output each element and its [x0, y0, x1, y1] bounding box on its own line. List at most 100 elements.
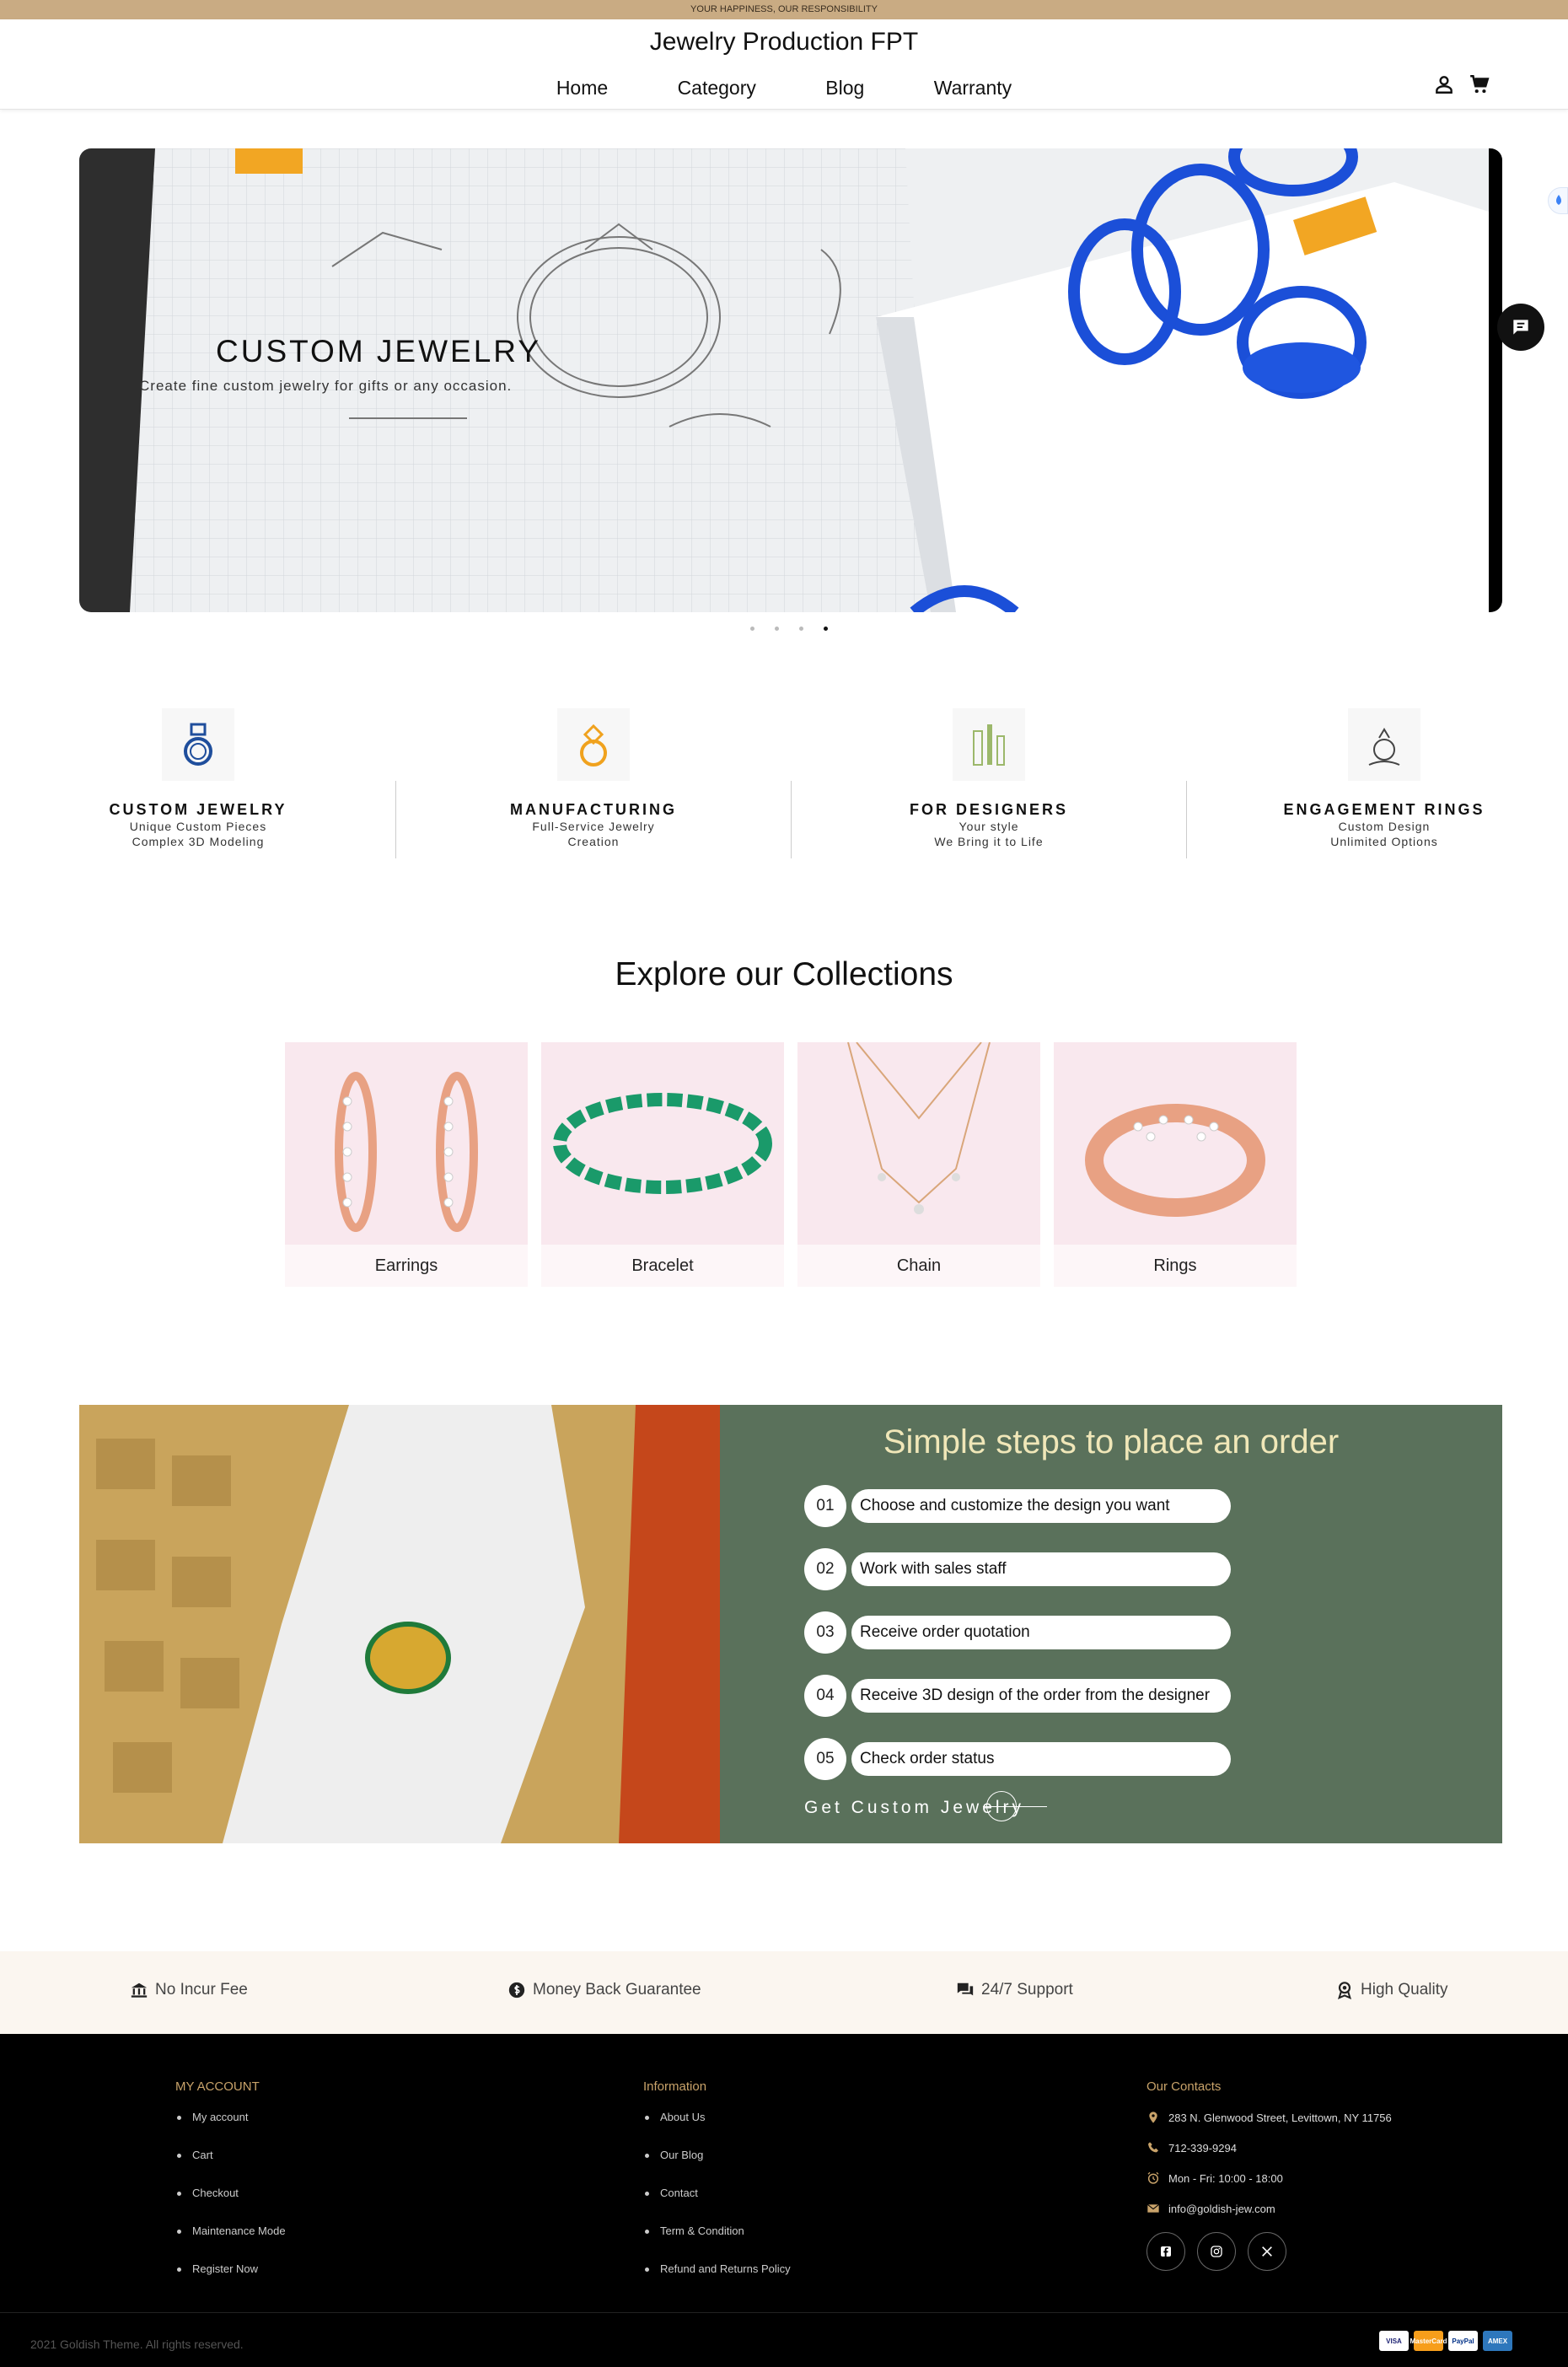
- slide-dot-active[interactable]: [824, 627, 828, 631]
- announcement-bar: YOUR HAPPINESS, OUR RESPONSIBILITY: [0, 0, 1568, 19]
- collection-label[interactable]: Rings: [1054, 1245, 1297, 1287]
- footer-heading: Our Contacts: [1146, 2079, 1222, 2094]
- x-icon[interactable]: [1248, 2232, 1286, 2271]
- slide-dot[interactable]: [775, 627, 779, 631]
- perk-money-back: Money Back Guarantee: [507, 1981, 701, 1999]
- visa-icon: VISA: [1379, 2331, 1409, 2351]
- footer-link-contact[interactable]: Contact: [643, 2187, 791, 2199]
- footer-link-terms[interactable]: Term & Condition: [643, 2224, 791, 2237]
- footer-link-register-now[interactable]: Register Now: [175, 2262, 286, 2275]
- contact-text: 283 N. Glenwood Street, Levittown, NY 11…: [1168, 2111, 1392, 2124]
- design-tools-icon: [953, 708, 1025, 781]
- perk-support: 24/7 Support: [956, 1981, 1073, 1999]
- feature-line: Custom Design: [1338, 820, 1431, 833]
- side-widget-tab[interactable]: [1548, 187, 1568, 214]
- chat-button[interactable]: [1497, 304, 1544, 351]
- collection-label[interactable]: Earrings: [285, 1245, 528, 1287]
- step-text: Check order status: [851, 1742, 1231, 1776]
- alarm-clock-icon: [1147, 2171, 1159, 2184]
- collection-card-rings[interactable]: Rings: [1054, 1042, 1297, 1287]
- ring-icon: [162, 708, 234, 781]
- phone-icon: [1148, 2142, 1158, 2153]
- footer-link-cart[interactable]: Cart: [175, 2149, 286, 2161]
- collection-card-chain[interactable]: Chain: [797, 1042, 1040, 1287]
- collections-title: Explore our Collections: [615, 956, 953, 993]
- perk-label: Money Back Guarantee: [533, 1981, 701, 1999]
- footer-link-my-account[interactable]: My account: [175, 2111, 286, 2123]
- collection-label[interactable]: Chain: [797, 1245, 1040, 1287]
- feature-line: Your style: [959, 820, 1019, 833]
- feature-line: Full-Service Jewelry: [532, 820, 655, 833]
- collection-card-bracelet[interactable]: Bracelet: [541, 1042, 784, 1287]
- footer-link-about-us[interactable]: About Us: [643, 2111, 791, 2123]
- feature-manufacturing: MANUFACTURING Full-Service Jewelry Creat…: [395, 708, 792, 849]
- feature-title: CUSTOM JEWELRY: [109, 801, 287, 818]
- bracelet-image: [541, 1042, 784, 1245]
- feature-custom-jewelry: CUSTOM JEWELRY Unique Custom Pieces Comp…: [0, 708, 396, 849]
- step-number: 02: [804, 1548, 846, 1590]
- step-1: 01 Choose and customize the design you w…: [804, 1485, 1231, 1527]
- contact-text[interactable]: info@goldish-jew.com: [1168, 2203, 1275, 2215]
- footer-link-refund-policy[interactable]: Refund and Returns Policy: [643, 2262, 791, 2275]
- payment-methods: VISA MasterCard PayPal AMEX: [1379, 2331, 1512, 2351]
- feature-line: We Bring it to Life: [934, 835, 1044, 848]
- feature-engagement-rings: ENGAGEMENT RINGS Custom Design Unlimited…: [1186, 708, 1568, 849]
- social-links: [1146, 2232, 1392, 2271]
- nav-category[interactable]: Category: [678, 77, 756, 100]
- amex-icon: AMEX: [1483, 2331, 1512, 2351]
- feature-line: Unlimited Options: [1330, 835, 1438, 848]
- perk-no-fee: No Incur Fee: [130, 1981, 248, 1999]
- copyright: 2021 Goldish Theme. All rights reserved.: [30, 2337, 244, 2351]
- hero-title: CUSTOM JEWELRY: [216, 334, 542, 368]
- cart-icon[interactable]: [1469, 73, 1490, 95]
- account-icon[interactable]: [1433, 73, 1455, 95]
- nav-home[interactable]: Home: [556, 77, 608, 100]
- dollar-circle-icon: [508, 1982, 525, 1999]
- footer-link-maintenance-mode[interactable]: Maintenance Mode: [175, 2224, 286, 2237]
- mail-icon: [1147, 2203, 1159, 2213]
- step-3: 03 Receive order quotation: [804, 1611, 1231, 1654]
- jeweler-photo: [79, 1405, 720, 1843]
- nav-blog[interactable]: Blog: [825, 77, 864, 100]
- feature-line: Unique Custom Pieces: [129, 820, 267, 833]
- collection-label[interactable]: Bracelet: [541, 1245, 784, 1287]
- step-number: 05: [804, 1738, 846, 1780]
- contact-email: info@goldish-jew.com: [1146, 2202, 1392, 2215]
- feature-line: Complex 3D Modeling: [132, 835, 265, 848]
- slide-dot[interactable]: [799, 627, 803, 631]
- contact-text: Mon - Fri: 10:00 - 18:00: [1168, 2171, 1283, 2185]
- next-slide-peek[interactable]: [1489, 148, 1502, 612]
- contact-text[interactable]: 712-339-9294: [1168, 2142, 1237, 2155]
- chat-bubbles-icon: [957, 1982, 974, 1996]
- award-ribbon-icon: [1337, 1982, 1352, 1999]
- step-5: 05 Check order status: [804, 1738, 1231, 1780]
- perk-high-quality: High Quality: [1335, 1981, 1448, 1999]
- footer-link-checkout[interactable]: Checkout: [175, 2187, 286, 2199]
- chat-icon: [1513, 320, 1528, 335]
- step-number: 04: [804, 1675, 846, 1717]
- footer-link-our-blog[interactable]: Our Blog: [643, 2149, 791, 2161]
- site-footer: MY ACCOUNT My account Cart Checkout Main…: [0, 2034, 1568, 2367]
- rings-image: [1054, 1042, 1297, 1245]
- feature-title: ENGAGEMENT RINGS: [1283, 801, 1485, 818]
- perk-label: 24/7 Support: [981, 1981, 1073, 1999]
- feature-title: FOR DESIGNERS: [909, 801, 1069, 818]
- site-header: Jewelry Production FPT Home Category Blo…: [0, 19, 1568, 110]
- instagram-icon[interactable]: [1197, 2232, 1236, 2271]
- features-row: CUSTOM JEWELRY Unique Custom Pieces Comp…: [0, 708, 1568, 860]
- arrow-line-icon: [983, 1806, 1047, 1807]
- footer-heading: Information: [643, 2079, 707, 2094]
- jeweled-ring-icon: [557, 708, 630, 781]
- main-nav: Home Category Blog Warranty: [0, 77, 1568, 100]
- facebook-icon[interactable]: [1146, 2232, 1185, 2271]
- nav-warranty[interactable]: Warranty: [934, 77, 1012, 100]
- slide-dot[interactable]: [750, 627, 754, 631]
- step-4: 04 Receive 3D design of the order from t…: [804, 1675, 1231, 1717]
- header-icons: [1433, 73, 1490, 95]
- collection-card-earrings[interactable]: Earrings: [285, 1042, 528, 1287]
- brand-title[interactable]: Jewelry Production FPT: [0, 28, 1568, 56]
- slider-dots: [750, 627, 828, 631]
- contact-phone: 712-339-9294: [1146, 2141, 1392, 2155]
- hero-banner[interactable]: CUSTOM JEWELRY Create fine custom jewelr…: [79, 148, 1502, 612]
- mastercard-icon: MasterCard: [1410, 2331, 1447, 2351]
